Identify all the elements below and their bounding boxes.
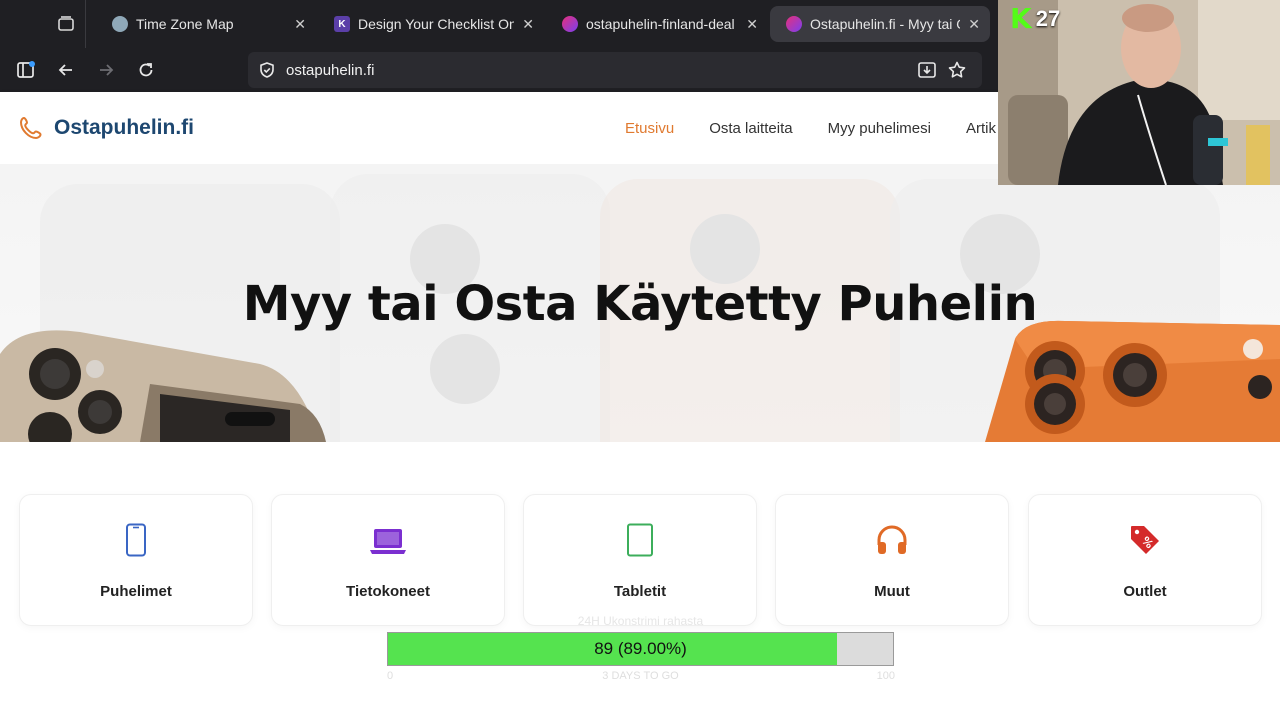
category-label: Tietokoneet [346, 583, 430, 600]
forward-button[interactable] [86, 50, 126, 90]
bookmark-button[interactable] [942, 60, 972, 80]
globe-favicon-icon [112, 16, 128, 32]
category-label: Tabletit [613, 583, 667, 600]
progress-sub-label: 3 DAYS TO GO [602, 670, 679, 682]
laptop-icon [370, 529, 406, 554]
progress-caption: 24H Ukonstrimi rahasta [577, 614, 704, 628]
tab-title: Ostapuhelin.fi - Myy tai Osta [810, 16, 960, 32]
progress-bar: 89 (89.00%) [387, 632, 894, 666]
download-icon [918, 62, 936, 78]
heart-favicon-icon [562, 16, 578, 32]
reload-button[interactable] [126, 50, 166, 90]
tab-time-zone-map[interactable]: Time Zone Map ✕ [96, 6, 316, 42]
category-card-muut[interactable]: Muut [775, 494, 1009, 626]
tab-ostapuhelin-deal[interactable]: ostapuhelin-finland-deal - L ✕ [546, 6, 768, 42]
tablet-icon [627, 523, 653, 557]
headphones-icon [877, 525, 907, 554]
arrow-right-icon [100, 64, 114, 76]
kick-logo-icon: K [1010, 2, 1032, 35]
address-bar[interactable]: ostapuhelin.fi [248, 52, 982, 88]
nav-myy-puhelimesi[interactable]: Myy puhelimesi [828, 120, 931, 137]
hero-banner: Myy tai Osta Käytetty Puhelin [0, 164, 1280, 442]
progress-max-label: 100 [876, 670, 895, 682]
logo-text: Ostapuhelin.fi [54, 116, 195, 139]
star-icon [948, 61, 966, 78]
titanium-phone-image [0, 330, 326, 442]
site-logo[interactable]: Ostapuhelin.fi [18, 115, 194, 141]
tab-title: ostapuhelin-finland-deal - L [586, 16, 739, 32]
progress-label: 89 (89.00%) [594, 639, 687, 658]
orange-phone-image [985, 320, 1280, 442]
shield-icon [260, 62, 274, 78]
browser-toolbar: ostapuhelin.fi [0, 48, 1000, 92]
stream-viewer-badge: K 27 [1010, 2, 1060, 35]
nav-artikkelit[interactable]: Artik [966, 120, 996, 137]
sidebar-toggle-button[interactable] [6, 50, 46, 90]
category-card-tietokoneet[interactable]: Tietokoneet [271, 494, 505, 626]
viewer-count: 27 [1035, 5, 1061, 31]
hero-background-lens [430, 334, 500, 404]
close-tab-icon[interactable]: ✕ [968, 16, 980, 33]
tab-list-icon [57, 16, 74, 31]
close-tab-icon[interactable]: ✕ [522, 16, 534, 33]
main-nav: Etusivu Osta laitteita Myy puhelimesi Ar… [625, 92, 1000, 164]
close-tab-icon[interactable]: ✕ [746, 16, 758, 33]
hero-background-lens [690, 214, 760, 284]
tab-ostapuhelin-active[interactable]: Ostapuhelin.fi - Myy tai Osta ✕ [770, 6, 990, 42]
hero-title: Myy tai Osta Käytetty Puhelin [242, 276, 1038, 332]
nav-etusivu[interactable]: Etusivu [625, 120, 674, 137]
category-card-tabletit[interactable]: Tabletit [523, 494, 757, 626]
arrow-left-icon [58, 64, 72, 76]
heart-favicon-icon [786, 16, 802, 32]
category-card-outlet[interactable]: % Outlet [1028, 494, 1262, 626]
site-header: Ostapuhelin.fi Etusivu Osta laitteita My… [0, 92, 1000, 164]
category-card-puhelimet[interactable]: Puhelimet [19, 494, 253, 626]
category-label: Muut [874, 583, 910, 600]
browser-tab-bar: Time Zone Map ✕ K Design Your Checklist … [0, 0, 1000, 48]
nav-osta-laitteita[interactable]: Osta laitteita [709, 120, 792, 137]
tab-design-checklist[interactable]: K Design Your Checklist Online ✕ [318, 6, 544, 42]
back-button[interactable] [46, 50, 86, 90]
tab-overview-button[interactable] [46, 0, 86, 48]
category-label: Puhelimet [100, 583, 172, 600]
tab-title: Time Zone Map [136, 16, 234, 32]
phone-icon [20, 117, 42, 139]
reload-icon [139, 63, 153, 77]
close-tab-icon[interactable]: ✕ [294, 16, 306, 33]
category-label: Outlet [1123, 583, 1167, 600]
install-app-button[interactable] [912, 60, 942, 80]
tab-title: Design Your Checklist Online [358, 16, 515, 32]
url-text: ostapuhelin.fi [286, 61, 375, 79]
smartphone-icon [126, 523, 146, 557]
k-favicon-icon: K [334, 16, 350, 32]
sidebar-icon [17, 61, 35, 78]
discount-tag-icon: % [1131, 526, 1159, 554]
